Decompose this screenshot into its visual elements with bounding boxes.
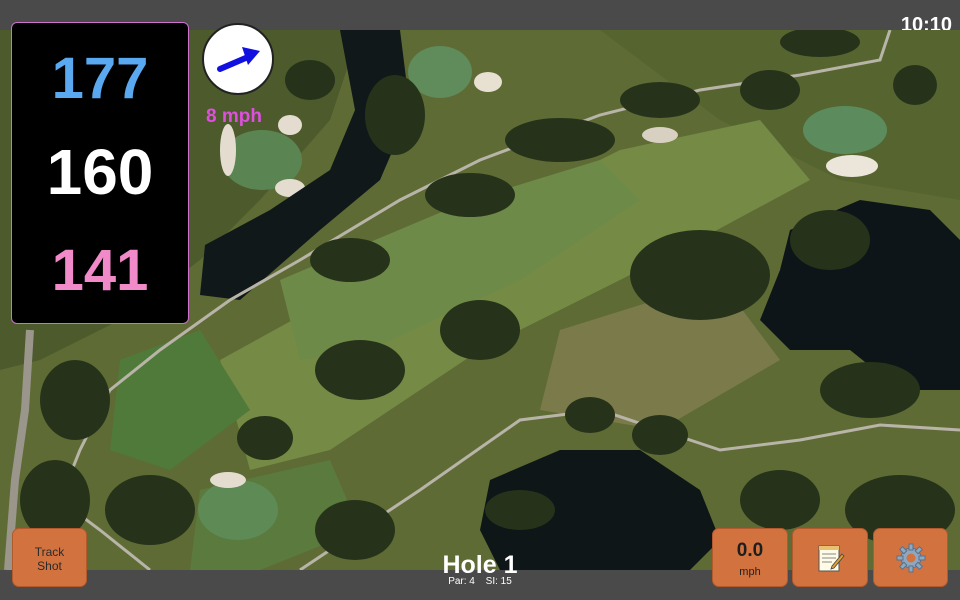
hole-info: Par: 4 SI: 15 bbox=[0, 576, 960, 587]
distance-front: 141 bbox=[51, 238, 149, 303]
hole-stroke-index: SI: 15 bbox=[485, 576, 512, 587]
distance-back: 177 bbox=[51, 46, 149, 111]
wind-arrow-icon bbox=[217, 47, 260, 72]
wind-indicator bbox=[202, 23, 274, 95]
wind-speed: 8 mph bbox=[206, 106, 262, 127]
hole-par: Par: 4 bbox=[448, 576, 475, 587]
distance-panel: 177 160 141 bbox=[11, 22, 189, 324]
distance-middle: 160 bbox=[46, 136, 154, 208]
